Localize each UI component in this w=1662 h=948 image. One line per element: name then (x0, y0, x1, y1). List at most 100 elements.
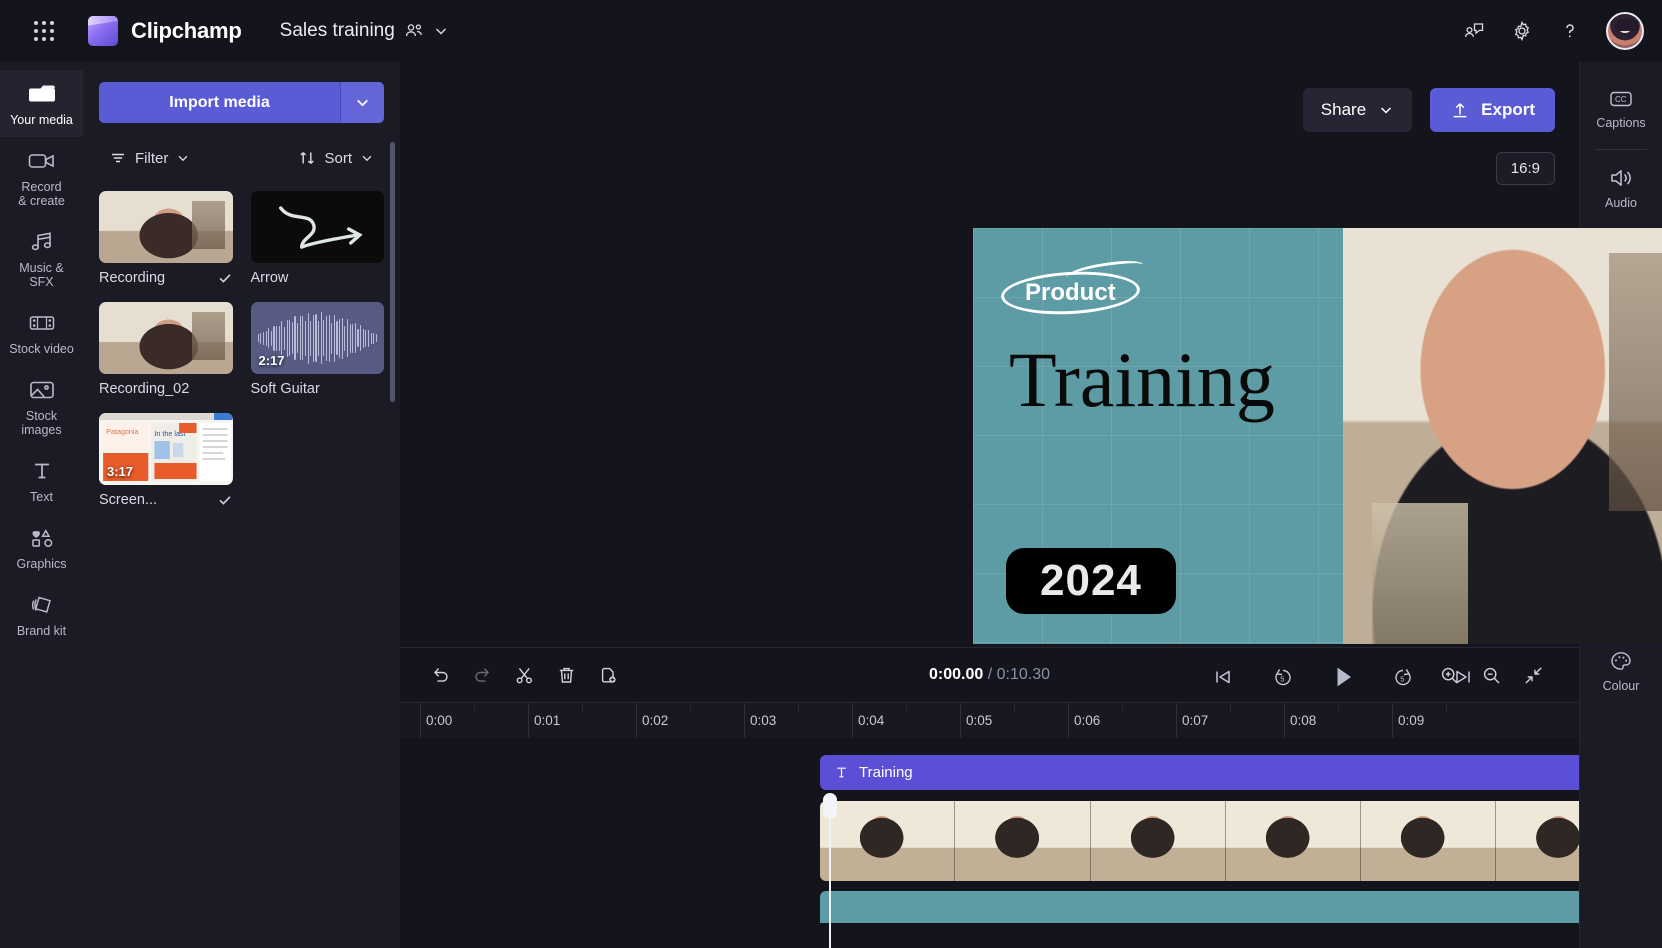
sidebar-item-stock-images[interactable]: Stock images (0, 366, 83, 447)
ruler-tick (1284, 703, 1285, 738)
media-item-recording[interactable]: Recording (99, 191, 233, 286)
ruler-tick (852, 703, 853, 738)
timeline-tracks: Training atagon In the last (400, 738, 1579, 948)
timeline-ruler[interactable]: 0:00 0:01 0:02 0:03 0:04 0:05 0:06 0:07 0:08 0:09 (400, 702, 1579, 738)
editor-center: Share Export 16:9 Product Training 2024 … (400, 62, 1662, 948)
sidebar-item-label: Stock images (21, 409, 62, 437)
sidebar-item-label: Text (30, 490, 53, 504)
export-button[interactable]: Export (1430, 88, 1555, 132)
media-item-label: Recording_02 (99, 381, 190, 397)
playhead[interactable] (823, 793, 837, 948)
zoom-out-button[interactable] (1473, 657, 1509, 693)
media-item-label: Screen... (99, 492, 158, 508)
avatar[interactable] (1606, 12, 1644, 50)
zoom-in-button[interactable] (1431, 657, 1467, 693)
filmstrip-frame (1496, 801, 1579, 881)
media-item-arrow[interactable]: Arrow (250, 191, 384, 286)
ruler-tick (636, 703, 637, 738)
media-duration-badge: 2:17 (258, 353, 285, 368)
sidebar-item-graphics[interactable]: Graphics (0, 514, 83, 581)
media-item-recording-02[interactable]: Recording_02 (99, 302, 233, 397)
tool-captions[interactable]: CC Captions (1580, 76, 1662, 141)
media-panel-scrollbar[interactable] (390, 142, 395, 402)
sidebar-item-music-sfx[interactable]: Music & SFX (0, 218, 83, 299)
sidebar-item-your-media[interactable]: Your media (0, 70, 83, 137)
filmstrip-frame (955, 801, 1091, 881)
clipchamp-app: Clipchamp Sales training Your media Reco… (0, 0, 1662, 948)
feedback-button[interactable] (1454, 11, 1494, 51)
import-media-dropdown-button[interactable] (340, 82, 384, 123)
sidebar-item-brand-kit[interactable]: Brand kit (0, 581, 83, 648)
import-media-button[interactable]: Import media (99, 82, 340, 123)
duplicate-icon (598, 665, 619, 686)
current-time: 0:00.00 (928, 666, 984, 683)
project-menu[interactable]: Sales training (272, 15, 457, 47)
aspect-ratio-button[interactable]: 16:9 (1495, 152, 1555, 185)
filmstrip-frame (820, 801, 956, 881)
project-name: Sales training (279, 20, 395, 41)
media-thumbnail: 2:17 (250, 302, 384, 374)
delete-button[interactable] (548, 657, 584, 693)
app-body: Your media Record & create Music & SFX S… (0, 62, 1662, 948)
settings-button[interactable] (1502, 11, 1542, 51)
undo-button[interactable] (422, 657, 458, 693)
filter-button[interactable]: Filter (103, 145, 196, 171)
ruler-label: 0:06 (1074, 713, 1101, 728)
app-launcher-button[interactable] (24, 11, 64, 51)
ruler-label: 0:02 (642, 713, 669, 728)
chevron-down-icon (360, 151, 374, 165)
svg-text:Patagonia: Patagonia (106, 428, 138, 436)
text-t-icon (834, 765, 849, 780)
chevron-down-icon (354, 94, 371, 111)
split-button[interactable] (506, 657, 542, 693)
timeline-clip-text[interactable]: Training (820, 755, 1579, 790)
ruler-subtick (798, 703, 799, 711)
sort-label: Sort (324, 149, 352, 167)
ruler-label: 0:00 (426, 713, 453, 728)
ruler-subtick (1230, 703, 1231, 711)
timeline-zoom-controls (1431, 657, 1557, 693)
ruler-subtick (474, 703, 475, 711)
ruler-label: 0:08 (1290, 713, 1317, 728)
filmstrip-frame (1090, 801, 1226, 881)
share-button[interactable]: Share (1302, 88, 1413, 132)
clipchamp-logo-icon (88, 16, 118, 46)
media-item-label: Arrow (250, 270, 289, 286)
media-item-screen-recording[interactable]: Patagonia In the last 3:17 Screen... (99, 413, 233, 508)
left-nav-rail: Your media Record & create Music & SFX S… (0, 62, 83, 948)
filter-label: Filter (135, 149, 169, 167)
ruler-subtick (906, 703, 907, 711)
ruler-tick (420, 703, 421, 738)
media-item-label: Soft Guitar (250, 381, 320, 397)
sidebar-item-text[interactable]: Text (0, 447, 83, 514)
selected-check-icon (217, 270, 233, 286)
timeline-clip-audio[interactable] (820, 891, 1579, 923)
sidebar-item-stock-video[interactable]: Stock video (0, 299, 83, 366)
tool-audio[interactable]: Audio (1580, 154, 1662, 221)
ruler-tick (528, 703, 529, 738)
fit-to-timeline-button[interactable] (1515, 657, 1551, 693)
ruler-tick (960, 703, 961, 738)
zoom-out-icon (1481, 665, 1502, 686)
selected-check-icon (217, 492, 233, 508)
sidebar-item-label: Brand kit (16, 624, 67, 638)
duplicate-button[interactable] (590, 657, 626, 693)
video-camera-icon (27, 148, 57, 174)
share-label: Share (1320, 100, 1367, 119)
sidebar-item-label: Graphics (16, 557, 67, 571)
ruler-label: 0:03 (750, 713, 777, 728)
divider (1595, 149, 1647, 150)
redo-button[interactable] (464, 657, 500, 693)
timeline-clip-label: Training (859, 764, 913, 781)
preview-stage: Share Export 16:9 Product Training 2024 … (400, 62, 1662, 687)
video-preview-canvas[interactable]: Product Training 2024 (973, 228, 1662, 644)
sidebar-item-record-create[interactable]: Record & create (0, 137, 83, 218)
ruler-tick (744, 703, 745, 738)
undo-icon (430, 665, 451, 686)
timeline-clip-video[interactable] (820, 801, 1579, 881)
media-item-soft-guitar[interactable]: 2:17 Soft Guitar (250, 302, 384, 397)
sort-button[interactable]: Sort (292, 145, 380, 171)
help-button[interactable] (1550, 11, 1590, 51)
ruler-subtick (582, 703, 583, 711)
speaker-icon (1607, 166, 1635, 190)
